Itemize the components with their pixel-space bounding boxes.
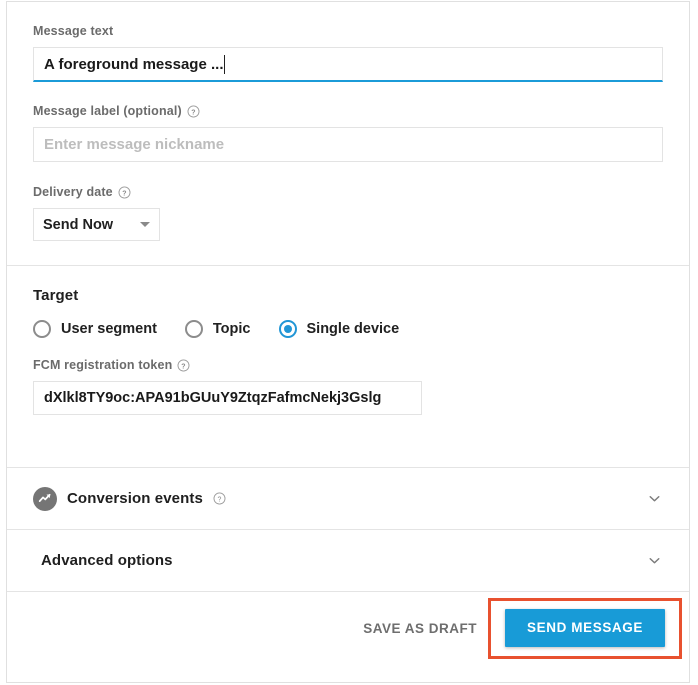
radio-topic[interactable]	[184, 320, 203, 338]
radio-option-topic[interactable]: Topic	[184, 320, 251, 338]
conversion-events-title: Conversion events	[67, 490, 203, 507]
send-message-wrapper: SEND MESSAGE	[488, 598, 682, 659]
send-message-button[interactable]: SEND MESSAGE	[505, 609, 665, 647]
save-as-draft-button[interactable]: SAVE AS DRAFT	[349, 611, 491, 646]
advanced-options-title: Advanced options	[41, 552, 173, 569]
target-section: Target User segment Topic Single device …	[7, 266, 689, 467]
conversion-events-left: Conversion events ?	[33, 486, 226, 511]
form-footer: SAVE AS DRAFT SEND MESSAGE	[7, 592, 689, 664]
message-label-input[interactable]: Enter message nickname	[33, 127, 663, 162]
message-text-value: A foreground message ...	[44, 55, 224, 73]
message-text-label: Message text	[33, 24, 663, 39]
svg-text:?: ?	[122, 190, 126, 197]
chevron-down-icon[interactable]	[645, 490, 663, 508]
svg-text:?: ?	[217, 496, 221, 503]
delivery-date-label-text: Delivery date	[33, 185, 113, 199]
advanced-options-row[interactable]: Advanced options	[7, 530, 689, 591]
conversion-events-row[interactable]: Conversion events ?	[7, 468, 689, 529]
svg-text:?: ?	[191, 109, 195, 116]
target-title: Target	[33, 287, 79, 304]
chevron-down-icon[interactable]	[645, 552, 663, 570]
fcm-token-input[interactable]: dXlkl8TY9oc:APA91bGUuY9ZtqzFafmcNekj3Gsl…	[33, 381, 422, 415]
chevron-down-icon	[140, 222, 150, 227]
text-cursor	[224, 54, 226, 74]
delivery-date-select[interactable]: Send Now	[33, 208, 160, 241]
help-circle-icon[interactable]: ?	[177, 359, 190, 372]
message-label-placeholder: Enter message nickname	[44, 136, 225, 153]
radio-option-single-device[interactable]: Single device	[278, 320, 400, 338]
radio-single-device[interactable]	[278, 320, 297, 338]
radio-label-topic: Topic	[212, 321, 251, 337]
target-radio-group: User segment Topic Single device	[33, 320, 663, 338]
delivery-date-selected-value: Send Now	[43, 216, 114, 233]
analytics-trending-icon	[33, 486, 57, 511]
help-circle-icon[interactable]: ?	[187, 105, 200, 118]
message-label-label: Message label (optional) ?	[33, 104, 663, 119]
composer-card: Message text A foreground message ... Me…	[6, 1, 690, 683]
fcm-token-value: dXlkl8TY9oc:APA91bGUuY9ZtqzFafmcNekj3Gsl…	[44, 390, 382, 406]
help-circle-icon[interactable]: ?	[118, 186, 131, 199]
message-text-label-text: Message text	[33, 24, 114, 38]
radio-option-user-segment[interactable]: User segment	[33, 320, 157, 338]
message-label-label-text: Message label (optional)	[33, 104, 182, 118]
help-circle-icon[interactable]: ?	[213, 492, 226, 505]
advanced-options-left: Advanced options	[33, 552, 173, 569]
radio-label-single-device: Single device	[306, 321, 400, 337]
message-text-input[interactable]: A foreground message ...	[33, 47, 663, 82]
svg-text:?: ?	[182, 363, 186, 370]
fcm-token-label: FCM registration token ?	[33, 358, 663, 373]
delivery-date-label: Delivery date ?	[33, 185, 663, 200]
radio-label-user-segment: User segment	[61, 321, 157, 337]
fcm-token-label-text: FCM registration token	[33, 358, 173, 372]
message-details-section: Message text A foreground message ... Me…	[7, 2, 689, 265]
radio-user-segment[interactable]	[33, 320, 51, 338]
message-composer-page: Message text A foreground message ... Me…	[0, 0, 698, 685]
